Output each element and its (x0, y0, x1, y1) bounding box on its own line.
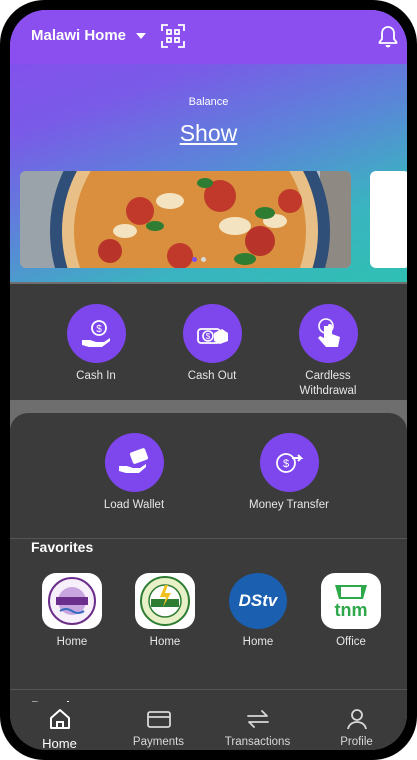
top-bar: Malawi Home (10, 10, 407, 64)
dstv-logo: DStv (229, 573, 287, 629)
qr-scan-icon[interactable] (161, 24, 185, 48)
load-wallet-button[interactable]: Load Wallet (79, 433, 189, 513)
balance-label: Balance (188, 96, 229, 108)
favorite-item[interactable]: DStv Home (218, 573, 298, 648)
favorite-item[interactable]: Home (32, 573, 112, 648)
tab-home[interactable]: Home (10, 702, 109, 750)
money-transfer-button[interactable]: $ Money Transfer (234, 433, 344, 513)
svg-text:$: $ (283, 458, 289, 470)
tab-label: Payments (132, 736, 185, 748)
cash-in-button[interactable]: $ Cash In (41, 304, 151, 384)
favorite-label: Home (149, 636, 181, 648)
bottom-tab-bar: Home Payments Transactions Profile (10, 702, 407, 750)
load-wallet-label: Load Wallet (103, 499, 165, 511)
chevron-down-icon (136, 32, 147, 39)
pizza-image (20, 171, 351, 268)
location-selector[interactable]: Malawi Home (31, 27, 147, 44)
wallet-hand-icon (104, 433, 164, 492)
bell-icon[interactable] (378, 26, 398, 48)
touch-icon (298, 304, 358, 363)
favorite-item[interactable]: Home (125, 573, 205, 648)
phone-frame: Malawi Home Balance Show $ Cash In $ Cas… (0, 0, 417, 760)
promo-banner[interactable] (20, 171, 351, 268)
svg-text:$: $ (96, 324, 102, 335)
transfer-icon: $ (259, 433, 319, 492)
carousel-dots (192, 257, 206, 262)
hand-dollar-icon: $ (66, 304, 126, 363)
profile-icon (346, 709, 367, 730)
quick-actions: $ Cash In $ Cash Out Cardless Withdrawal (10, 284, 407, 400)
services-sheet: Load Wallet $ Money Transfer Favorites H… (10, 413, 407, 750)
favorite-label: Home (242, 636, 274, 648)
cash-in-label: Cash In (76, 370, 116, 382)
tab-label: Home (42, 736, 77, 750)
carousel-dot-active (192, 257, 197, 262)
favorites-title: Favorites (31, 539, 94, 555)
tab-profile[interactable]: Profile (307, 702, 406, 748)
cardless-withdrawal-label: Cardless Withdrawal (299, 370, 357, 397)
card-icon (146, 711, 171, 728)
money-transfer-label: Money Transfer (249, 499, 329, 511)
tab-transactions[interactable]: Transactions (208, 702, 307, 748)
favorite-label: Office (336, 636, 366, 648)
carousel-dot (201, 257, 206, 262)
tab-label: Profile (340, 736, 373, 748)
cardless-withdrawal-button[interactable]: Cardless Withdrawal (273, 304, 383, 399)
tab-payments[interactable]: Payments (109, 702, 208, 748)
app-screen: Malawi Home Balance Show $ Cash In $ Cas… (10, 10, 407, 750)
promo-banner-next[interactable] (370, 171, 407, 268)
arrows-icon (246, 710, 269, 728)
divider (10, 689, 407, 690)
svg-text:$: $ (206, 332, 211, 341)
favorite-label: Home (56, 636, 88, 648)
water-board-logo (42, 573, 102, 629)
dstv-logo-text: DStv (238, 591, 278, 610)
cash-out-button[interactable]: $ Cash Out (157, 304, 267, 384)
escom-logo (135, 573, 195, 629)
tnm-logo-text: tnm (334, 600, 368, 620)
show-balance-link[interactable]: Show (10, 120, 407, 147)
favorite-item[interactable]: tnm Office (311, 573, 391, 648)
cash-out-label: Cash Out (187, 370, 237, 382)
home-icon (49, 709, 70, 729)
location-label: Malawi Home (31, 27, 127, 44)
tab-label: Transactions (224, 736, 291, 748)
cash-out-icon: $ (182, 304, 242, 363)
tnm-logo: tnm (321, 573, 381, 629)
